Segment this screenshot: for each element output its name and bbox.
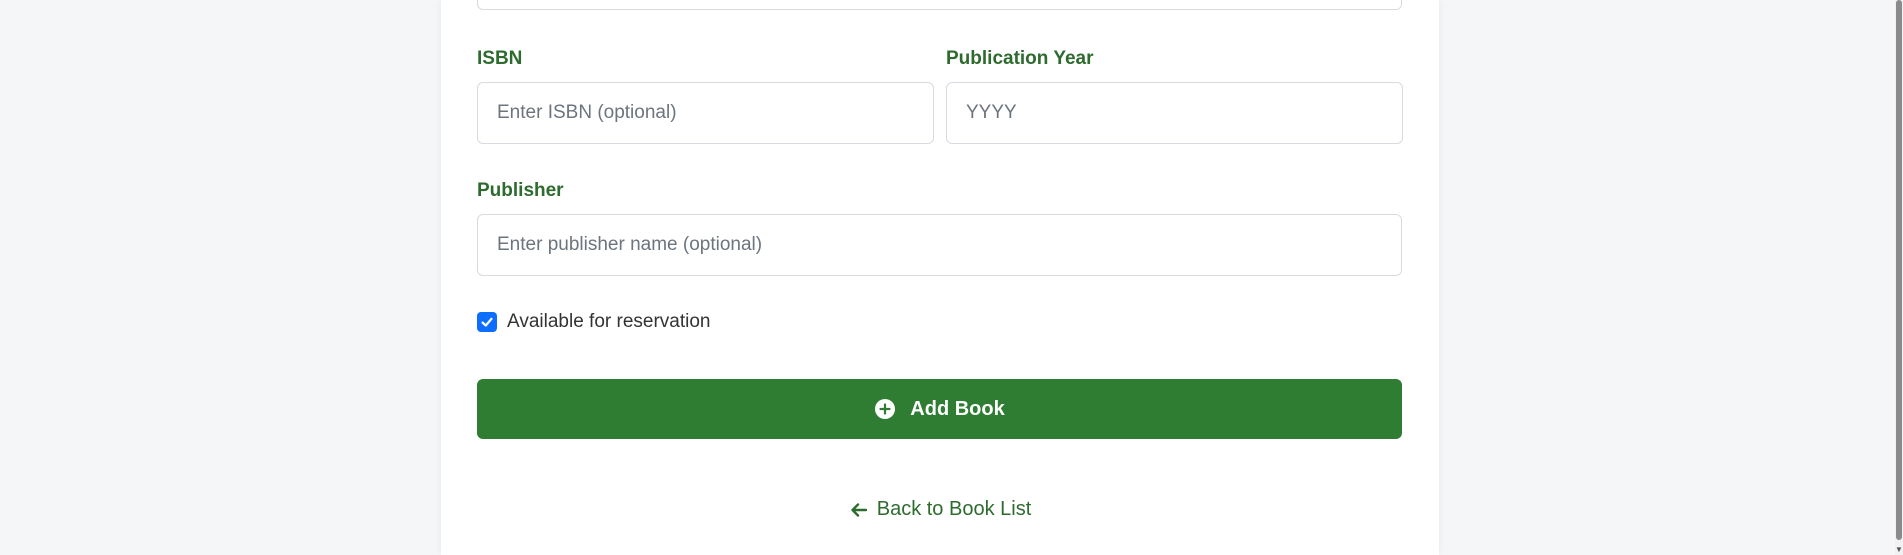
isbn-input[interactable] (477, 82, 934, 144)
add-book-form-card: ISBN Publication Year Publisher Availabl… (441, 0, 1439, 555)
publisher-input[interactable] (477, 214, 1402, 276)
back-to-book-list-label: Back to Book List (876, 498, 1032, 520)
scroll-down-arrow-icon[interactable]: ▼ (1895, 545, 1903, 555)
available-checkbox[interactable] (477, 312, 497, 332)
check-icon (481, 317, 493, 327)
scrollbar-thumb[interactable] (1896, 0, 1902, 540)
publisher-label: Publisher (477, 180, 564, 201)
publication-year-input[interactable] (946, 82, 1403, 144)
isbn-label: ISBN (477, 48, 523, 69)
add-book-button[interactable]: Add Book (477, 379, 1402, 439)
back-to-book-list-link[interactable]: Back to Book List (441, 498, 1439, 521)
previous-field-input[interactable] (477, 0, 1402, 10)
page: ISBN Publication Year Publisher Availabl… (0, 0, 1903, 555)
arrow-left-icon (849, 500, 869, 520)
add-book-button-label: Add Book (910, 397, 1005, 420)
available-checkbox-label[interactable]: Available for reservation (507, 311, 710, 333)
available-checkbox-row: Available for reservation (477, 310, 710, 334)
plus-circle-icon (874, 398, 896, 420)
vertical-scrollbar[interactable]: ▼ (1895, 0, 1903, 555)
publication-year-label: Publication Year (946, 48, 1094, 69)
